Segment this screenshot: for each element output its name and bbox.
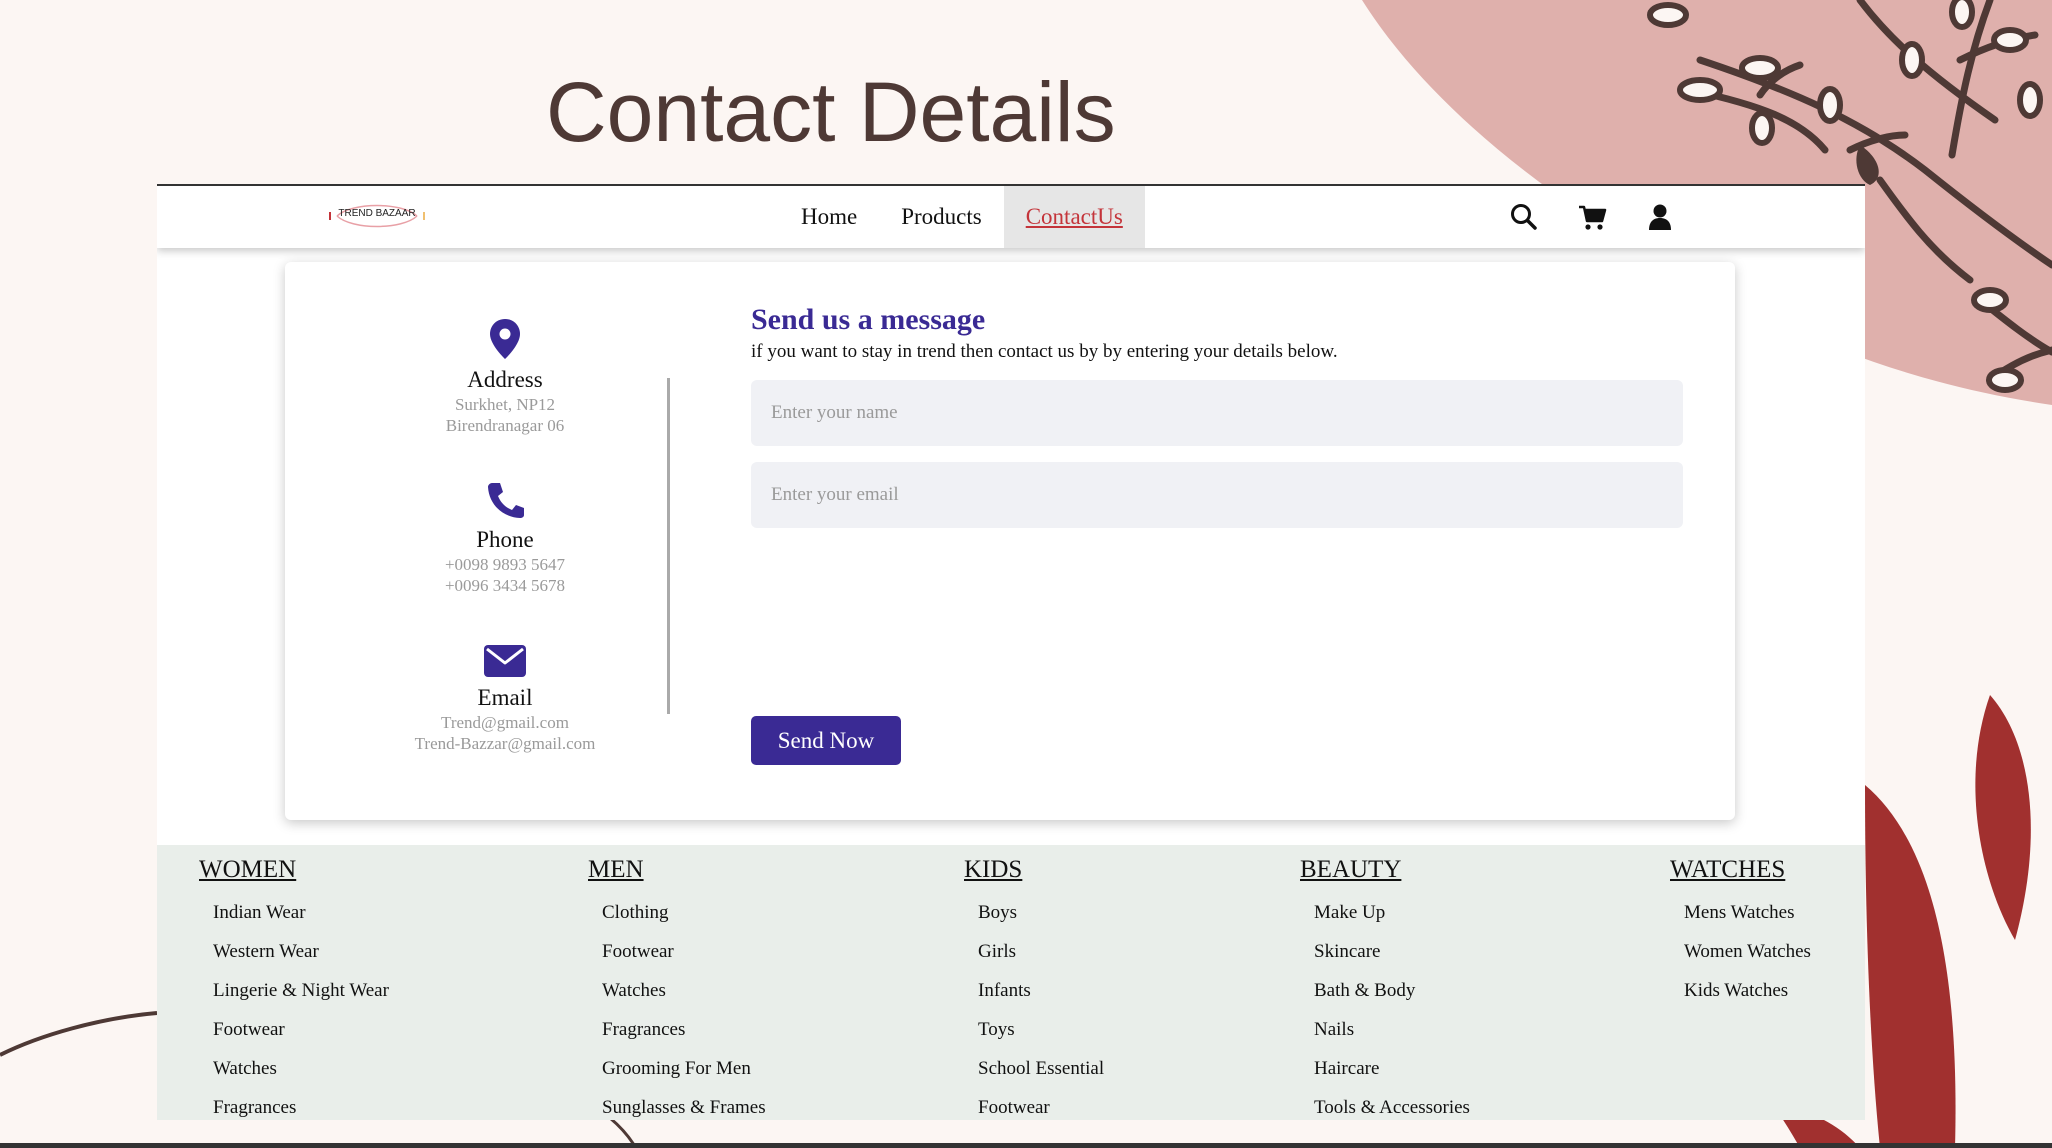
curve-line-left bbox=[0, 1011, 158, 1057]
email-line-2: Trend-Bazzar@gmail.com bbox=[414, 734, 596, 753]
nav-links: Home Products ContactUs bbox=[779, 186, 1145, 248]
footer-column-women: WOMEN Indian Wear Western Wear Lingerie … bbox=[199, 855, 389, 1120]
address-title: Address bbox=[467, 367, 543, 392]
footer-link[interactable]: Grooming For Men bbox=[602, 1049, 766, 1088]
email-block: Email Trend@gmail.com Trend-Bazzar@gmail… bbox=[385, 644, 625, 754]
send-now-button[interactable]: Send Now bbox=[751, 716, 901, 765]
footer-link[interactable]: Watches bbox=[213, 1049, 389, 1088]
envelope-icon bbox=[484, 645, 526, 677]
footer-link[interactable]: Infants bbox=[978, 971, 1104, 1010]
footer-link[interactable]: School Essential bbox=[978, 1049, 1104, 1088]
footer-link[interactable]: Clothing bbox=[602, 893, 766, 932]
footer-heading[interactable]: WATCHES bbox=[1670, 855, 1811, 885]
form-subtitle: if you want to stay in trend then contac… bbox=[751, 341, 1338, 362]
footer-heading[interactable]: MEN bbox=[588, 855, 766, 885]
name-input[interactable] bbox=[751, 380, 1683, 446]
footer: WOMEN Indian Wear Western Wear Lingerie … bbox=[157, 845, 1865, 1120]
footer-link[interactable]: Lingerie & Night Wear bbox=[213, 971, 389, 1010]
footer-heading[interactable]: KIDS bbox=[964, 855, 1104, 885]
leaf-middle bbox=[1865, 785, 1956, 1148]
address-line-2: Birendranagar 06 bbox=[445, 416, 565, 435]
map-pin-icon bbox=[490, 319, 520, 359]
footer-column-watches: WATCHES Mens Watches Women Watches Kids … bbox=[1670, 855, 1811, 1010]
footer-link[interactable]: Toys bbox=[978, 1010, 1104, 1049]
phone-title: Phone bbox=[476, 527, 534, 552]
logo[interactable]: TREND BAZAAR bbox=[327, 200, 427, 232]
footer-link[interactable]: Skincare bbox=[1314, 932, 1470, 971]
phone-line-1: +0098 9893 5647 bbox=[444, 555, 566, 574]
nav-link-contactus[interactable]: ContactUs bbox=[1003, 186, 1145, 248]
footer-heading[interactable]: BEAUTY bbox=[1300, 855, 1470, 885]
phone-icon bbox=[488, 483, 524, 518]
footer-link[interactable]: Western Wear bbox=[213, 932, 389, 971]
footer-column-beauty: BEAUTY Make Up Skincare Bath & Body Nail… bbox=[1300, 855, 1470, 1120]
form-title: Send us a message bbox=[751, 303, 986, 336]
footer-link[interactable]: Haircare bbox=[1314, 1049, 1470, 1088]
footer-link[interactable]: Tools & Accessories bbox=[1314, 1088, 1470, 1120]
nav-link-home[interactable]: Home bbox=[779, 186, 879, 248]
email-input[interactable] bbox=[751, 462, 1683, 528]
footer-link[interactable]: Footwear bbox=[213, 1010, 389, 1049]
navbar: TREND BAZAAR Home Products ContactUs bbox=[157, 186, 1865, 248]
slide-title: Contact Details bbox=[546, 65, 1116, 159]
address-line-1: Surkhet, NP12 bbox=[454, 395, 556, 414]
footer-link[interactable]: Bath & Body bbox=[1314, 971, 1470, 1010]
email-line-1: Trend@gmail.com bbox=[441, 713, 569, 732]
footer-link[interactable]: Boys bbox=[978, 893, 1104, 932]
website-screenshot: TREND BAZAAR Home Products ContactUs Add… bbox=[157, 184, 1865, 1120]
footer-link[interactable]: Indian Wear bbox=[213, 893, 389, 932]
phone-block: Phone +0098 9893 5647 +0096 3434 5678 bbox=[385, 480, 625, 596]
user-icon[interactable] bbox=[1645, 202, 1675, 232]
footer-link[interactable]: Make Up bbox=[1314, 893, 1470, 932]
logo-text: TREND BAZAAR bbox=[338, 208, 416, 219]
footer-link[interactable]: Girls bbox=[978, 932, 1104, 971]
cart-icon[interactable] bbox=[1577, 202, 1607, 232]
footer-link[interactable]: Nails bbox=[1314, 1010, 1470, 1049]
footer-link[interactable]: Fragrances bbox=[602, 1010, 766, 1049]
message-form: Send us a message if you want to stay in… bbox=[751, 302, 1683, 528]
footer-link[interactable]: Footwear bbox=[602, 932, 766, 971]
footer-column-kids: KIDS Boys Girls Infants Toys School Esse… bbox=[964, 855, 1104, 1120]
search-icon[interactable] bbox=[1509, 202, 1539, 232]
email-title: Email bbox=[477, 685, 533, 710]
footer-column-men: MEN Clothing Footwear Watches Fragrances… bbox=[588, 855, 766, 1120]
footer-link[interactable]: Footwear bbox=[978, 1088, 1104, 1120]
bottom-border bbox=[0, 1143, 2052, 1148]
vertical-divider bbox=[667, 378, 670, 714]
footer-link[interactable]: Kids Watches bbox=[1684, 971, 1811, 1010]
phone-line-2: +0096 3434 5678 bbox=[444, 576, 566, 595]
footer-link[interactable]: Watches bbox=[602, 971, 766, 1010]
contact-card: Address Surkhet, NP12 Birendranagar 06 P… bbox=[285, 262, 1735, 820]
leaf-top bbox=[1975, 695, 2031, 940]
footer-link[interactable]: Mens Watches bbox=[1684, 893, 1811, 932]
nav-icons bbox=[1509, 202, 1675, 232]
address-block: Address Surkhet, NP12 Birendranagar 06 bbox=[385, 318, 625, 436]
footer-heading[interactable]: WOMEN bbox=[199, 855, 389, 885]
footer-link[interactable]: Women Watches bbox=[1684, 932, 1811, 971]
footer-link[interactable]: Fragrances bbox=[213, 1088, 389, 1120]
footer-link[interactable]: Sunglasses & Frames bbox=[602, 1088, 766, 1120]
nav-link-products[interactable]: Products bbox=[879, 186, 1004, 248]
